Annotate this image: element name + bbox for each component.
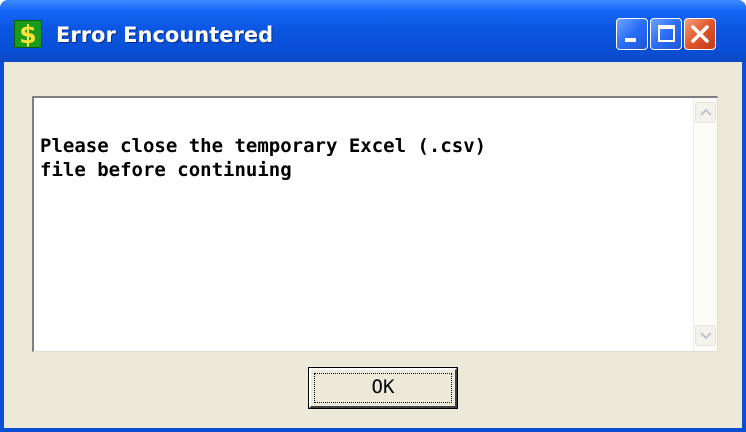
ok-button-label: OK bbox=[371, 376, 395, 398]
error-message: Please close the temporary Excel (.csv) … bbox=[40, 135, 487, 181]
window-title: Error Encountered bbox=[56, 23, 274, 47]
app-dollar-icon: $ bbox=[14, 20, 42, 48]
maximize-button[interactable] bbox=[650, 18, 682, 50]
dialog-body: Please close the temporary Excel (.csv) … bbox=[4, 62, 742, 428]
message-textarea[interactable]: Please close the temporary Excel (.csv) … bbox=[32, 96, 718, 352]
scroll-up-button[interactable] bbox=[695, 102, 716, 123]
chevron-down-icon bbox=[700, 332, 712, 340]
close-icon bbox=[691, 25, 709, 43]
ok-button[interactable]: OK bbox=[308, 367, 458, 409]
scroll-down-button[interactable] bbox=[695, 325, 716, 346]
minimize-button[interactable] bbox=[616, 18, 648, 50]
vertical-scrollbar[interactable] bbox=[693, 98, 717, 351]
maximize-icon bbox=[658, 25, 675, 42]
minimize-icon bbox=[625, 38, 636, 42]
error-dialog-window: $ Error Encountered Please close the tem… bbox=[0, 0, 746, 432]
title-bar[interactable]: $ Error Encountered bbox=[0, 0, 746, 62]
chevron-up-icon bbox=[700, 108, 712, 116]
close-button[interactable] bbox=[684, 18, 716, 50]
